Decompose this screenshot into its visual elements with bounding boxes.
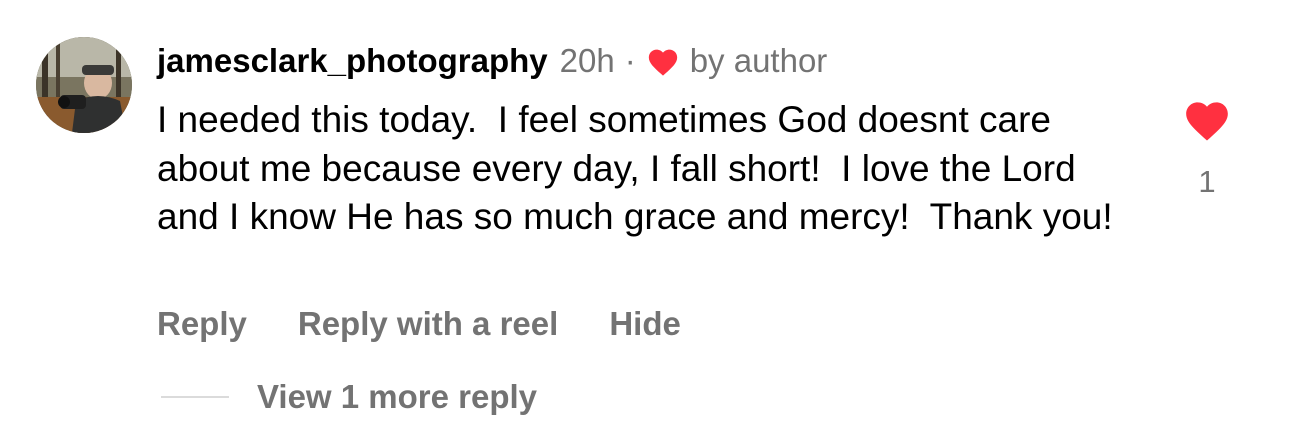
view-more-replies-button[interactable]: View 1 more reply [161,375,537,419]
hide-button[interactable]: Hide [609,305,681,343]
reply-with-reel-button[interactable]: Reply with a reel [298,305,558,343]
like-count[interactable]: 1 [1180,164,1234,200]
heart-icon [646,45,680,77]
reply-divider [161,396,229,398]
view-more-replies-label: View 1 more reply [257,378,538,415]
avatar-photo [36,37,132,133]
timestamp: 20h [559,42,615,79]
reply-button[interactable]: Reply [157,305,247,343]
avatar[interactable] [36,37,132,133]
comment-header: jamesclark_photography 20h · by author [157,40,827,82]
author-liked-label: by author [689,42,828,79]
like-button[interactable] [1182,96,1232,142]
comment-actions: Reply Reply with a reel Hide [157,302,732,346]
comment-text: I needed this today. I feel sometimes Go… [157,99,1113,237]
username[interactable]: jamesclark_photography [157,42,548,80]
separator-dot: · [624,42,636,79]
heart-filled-icon [1186,102,1228,141]
